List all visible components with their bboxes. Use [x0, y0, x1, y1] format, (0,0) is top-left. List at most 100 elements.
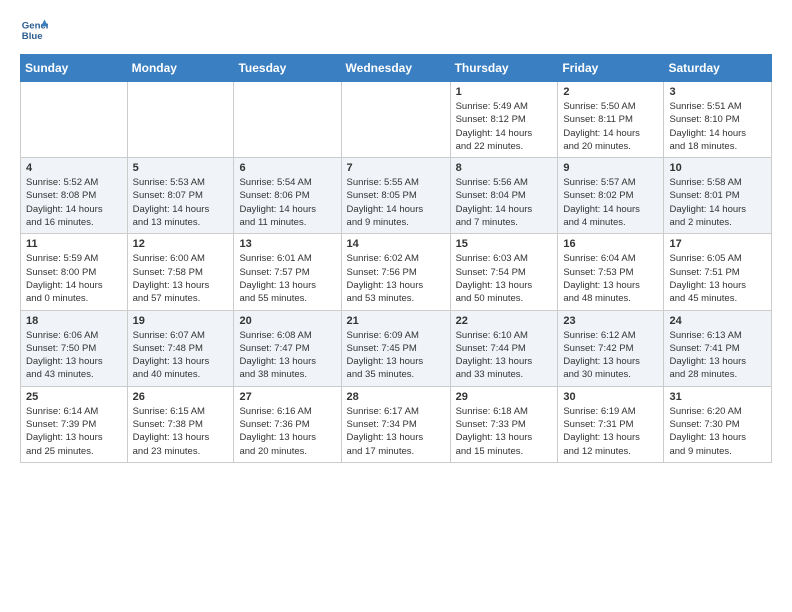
day-info: Sunrise: 5:53 AMSunset: 8:07 PMDaylight:…: [133, 176, 229, 229]
day-info: Sunrise: 6:10 AMSunset: 7:44 PMDaylight:…: [456, 329, 553, 382]
day-number: 15: [456, 238, 553, 250]
day-info: Sunrise: 6:15 AMSunset: 7:38 PMDaylight:…: [133, 405, 229, 458]
calendar-cell: 17 Sunrise: 6:05 AMSunset: 7:51 PMDayligh…: [664, 234, 772, 310]
day-number: 30: [563, 391, 658, 403]
calendar-cell: 30 Sunrise: 6:19 AMSunset: 7:31 PMDayligh…: [558, 386, 664, 462]
calendar-cell: 25 Sunrise: 6:14 AMSunset: 7:39 PMDayligh…: [21, 386, 128, 462]
calendar-cell: 3 Sunrise: 5:51 AMSunset: 8:10 PMDaylight…: [664, 82, 772, 158]
logo: General Blue: [20, 16, 48, 44]
day-number: 25: [26, 391, 122, 403]
week-row-4: 18 Sunrise: 6:06 AMSunset: 7:50 PMDayligh…: [21, 310, 772, 386]
calendar-cell: 15 Sunrise: 6:03 AMSunset: 7:54 PMDayligh…: [450, 234, 558, 310]
calendar-cell: 22 Sunrise: 6:10 AMSunset: 7:44 PMDayligh…: [450, 310, 558, 386]
day-number: 5: [133, 162, 229, 174]
day-info: Sunrise: 6:01 AMSunset: 7:57 PMDaylight:…: [239, 252, 335, 305]
weekday-header-tuesday: Tuesday: [234, 55, 341, 82]
calendar-cell: [234, 82, 341, 158]
calendar-cell: 1 Sunrise: 5:49 AMSunset: 8:12 PMDaylight…: [450, 82, 558, 158]
day-info: Sunrise: 5:51 AMSunset: 8:10 PMDaylight:…: [669, 100, 766, 153]
day-number: 4: [26, 162, 122, 174]
day-info: Sunrise: 6:13 AMSunset: 7:41 PMDaylight:…: [669, 329, 766, 382]
day-number: 12: [133, 238, 229, 250]
day-info: Sunrise: 5:54 AMSunset: 8:06 PMDaylight:…: [239, 176, 335, 229]
day-info: Sunrise: 6:00 AMSunset: 7:58 PMDaylight:…: [133, 252, 229, 305]
day-number: 18: [26, 315, 122, 327]
week-row-1: 1 Sunrise: 5:49 AMSunset: 8:12 PMDaylight…: [21, 82, 772, 158]
day-info: Sunrise: 5:55 AMSunset: 8:05 PMDaylight:…: [347, 176, 445, 229]
day-number: 10: [669, 162, 766, 174]
day-info: Sunrise: 6:06 AMSunset: 7:50 PMDaylight:…: [26, 329, 122, 382]
weekday-header-friday: Friday: [558, 55, 664, 82]
day-number: 3: [669, 86, 766, 98]
day-info: Sunrise: 6:05 AMSunset: 7:51 PMDaylight:…: [669, 252, 766, 305]
page-header: General Blue: [20, 16, 772, 44]
week-row-2: 4 Sunrise: 5:52 AMSunset: 8:08 PMDaylight…: [21, 158, 772, 234]
day-number: 8: [456, 162, 553, 174]
calendar-cell: 16Sunrise: 6:04 AMSunset: 7:53 PMDayligh…: [558, 234, 664, 310]
day-number: 31: [669, 391, 766, 403]
calendar-cell: 12 Sunrise: 6:00 AMSunset: 7:58 PMDayligh…: [127, 234, 234, 310]
day-info: Sunrise: 5:59 AMSunset: 8:00 PMDaylight:…: [26, 252, 122, 305]
day-number: 2: [563, 86, 658, 98]
day-number: 7: [347, 162, 445, 174]
day-number: 19: [133, 315, 229, 327]
calendar-cell: 8 Sunrise: 5:56 AMSunset: 8:04 PMDaylight…: [450, 158, 558, 234]
calendar-cell: 9Sunrise: 5:57 AMSunset: 8:02 PMDaylight…: [558, 158, 664, 234]
weekday-header-monday: Monday: [127, 55, 234, 82]
calendar-cell: 26 Sunrise: 6:15 AMSunset: 7:38 PMDayligh…: [127, 386, 234, 462]
day-number: 29: [456, 391, 553, 403]
calendar-cell: 11 Sunrise: 5:59 AMSunset: 8:00 PMDayligh…: [21, 234, 128, 310]
calendar-cell: 10Sunrise: 5:58 AMSunset: 8:01 PMDayligh…: [664, 158, 772, 234]
calendar-cell: 23Sunrise: 6:12 AMSunset: 7:42 PMDayligh…: [558, 310, 664, 386]
calendar-cell: 13 Sunrise: 6:01 AMSunset: 7:57 PMDayligh…: [234, 234, 341, 310]
calendar-cell: 5 Sunrise: 5:53 AMSunset: 8:07 PMDaylight…: [127, 158, 234, 234]
day-number: 14: [347, 238, 445, 250]
day-info: Sunrise: 6:14 AMSunset: 7:39 PMDaylight:…: [26, 405, 122, 458]
weekday-header-sunday: Sunday: [21, 55, 128, 82]
weekday-header-saturday: Saturday: [664, 55, 772, 82]
day-info: Sunrise: 5:52 AMSunset: 8:08 PMDaylight:…: [26, 176, 122, 229]
day-number: 26: [133, 391, 229, 403]
day-number: 1: [456, 86, 553, 98]
calendar-cell: 29Sunrise: 6:18 AMSunset: 7:33 PMDayligh…: [450, 386, 558, 462]
calendar-cell: [341, 82, 450, 158]
day-number: 9: [563, 162, 658, 174]
day-number: 16: [563, 238, 658, 250]
day-info: Sunrise: 5:49 AMSunset: 8:12 PMDaylight:…: [456, 100, 553, 153]
day-info: Sunrise: 6:07 AMSunset: 7:48 PMDaylight:…: [133, 329, 229, 382]
calendar-cell: 18 Sunrise: 6:06 AMSunset: 7:50 PMDayligh…: [21, 310, 128, 386]
day-info: Sunrise: 6:02 AMSunset: 7:56 PMDaylight:…: [347, 252, 445, 305]
day-number: 11: [26, 238, 122, 250]
calendar-cell: [21, 82, 128, 158]
day-number: 20: [239, 315, 335, 327]
day-info: Sunrise: 6:08 AMSunset: 7:47 PMDaylight:…: [239, 329, 335, 382]
day-number: 28: [347, 391, 445, 403]
weekday-header-row: SundayMondayTuesdayWednesdayThursdayFrid…: [21, 55, 772, 82]
week-row-3: 11 Sunrise: 5:59 AMSunset: 8:00 PMDayligh…: [21, 234, 772, 310]
day-info: Sunrise: 5:56 AMSunset: 8:04 PMDaylight:…: [456, 176, 553, 229]
day-info: Sunrise: 6:19 AMSunset: 7:31 PMDaylight:…: [563, 405, 658, 458]
calendar-cell: 27 Sunrise: 6:16 AMSunset: 7:36 PMDayligh…: [234, 386, 341, 462]
calendar-cell: 7 Sunrise: 5:55 AMSunset: 8:05 PMDaylight…: [341, 158, 450, 234]
calendar-cell: 24 Sunrise: 6:13 AMSunset: 7:41 PMDayligh…: [664, 310, 772, 386]
day-info: Sunrise: 6:03 AMSunset: 7:54 PMDaylight:…: [456, 252, 553, 305]
calendar-cell: [127, 82, 234, 158]
day-info: Sunrise: 5:50 AMSunset: 8:11 PMDaylight:…: [563, 100, 658, 153]
day-number: 24: [669, 315, 766, 327]
day-info: Sunrise: 6:12 AMSunset: 7:42 PMDaylight:…: [563, 329, 658, 382]
calendar-cell: 31Sunrise: 6:20 AMSunset: 7:30 PMDayligh…: [664, 386, 772, 462]
logo-icon: General Blue: [20, 16, 48, 44]
calendar-cell: 19 Sunrise: 6:07 AMSunset: 7:48 PMDayligh…: [127, 310, 234, 386]
day-number: 17: [669, 238, 766, 250]
day-number: 21: [347, 315, 445, 327]
calendar-cell: 6 Sunrise: 5:54 AMSunset: 8:06 PMDaylight…: [234, 158, 341, 234]
svg-text:Blue: Blue: [22, 31, 43, 42]
day-number: 6: [239, 162, 335, 174]
day-number: 22: [456, 315, 553, 327]
day-info: Sunrise: 6:16 AMSunset: 7:36 PMDaylight:…: [239, 405, 335, 458]
calendar-cell: 14 Sunrise: 6:02 AMSunset: 7:56 PMDayligh…: [341, 234, 450, 310]
calendar-cell: 4 Sunrise: 5:52 AMSunset: 8:08 PMDaylight…: [21, 158, 128, 234]
day-number: 13: [239, 238, 335, 250]
day-number: 27: [239, 391, 335, 403]
calendar-cell: 2 Sunrise: 5:50 AMSunset: 8:11 PMDaylight…: [558, 82, 664, 158]
